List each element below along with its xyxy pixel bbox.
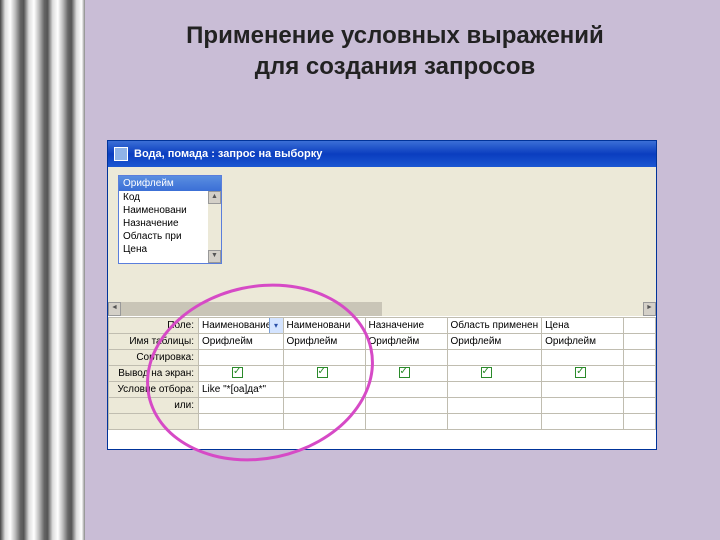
- field-item[interactable]: Код: [119, 191, 221, 204]
- row-label-or: или:: [109, 398, 199, 414]
- grid-cell-or[interactable]: [283, 398, 365, 414]
- checkbox-checked-icon[interactable]: [575, 367, 586, 378]
- grid-cell-criteria[interactable]: [447, 382, 542, 398]
- field-item[interactable]: Область при: [119, 230, 221, 243]
- grid-cell-empty[interactable]: [624, 398, 656, 414]
- grid-cell-sort[interactable]: [542, 350, 624, 366]
- window-body: Орифлейм Код Наименовани Назначение Обла…: [108, 167, 656, 449]
- row-label-criteria: Условие отбора:: [109, 382, 199, 398]
- scroll-down-icon[interactable]: ▼: [208, 250, 221, 263]
- grid-cell-criteria[interactable]: Like "*[оа]да*": [199, 382, 284, 398]
- grid-cell-field[interactable]: Цена: [542, 318, 624, 334]
- grid-cell-show[interactable]: [542, 366, 624, 382]
- grid-cell-or[interactable]: [199, 398, 284, 414]
- grid-cell-sort[interactable]: [199, 350, 284, 366]
- tables-pane[interactable]: Орифлейм Код Наименовани Назначение Обла…: [108, 167, 656, 317]
- field-item[interactable]: Цена: [119, 243, 221, 256]
- grid-cell-field[interactable]: Область применен: [447, 318, 542, 334]
- grid-cell-sort[interactable]: [447, 350, 542, 366]
- grid-cell-empty[interactable]: [624, 350, 656, 366]
- grid-cell-table[interactable]: Орифлейм: [283, 334, 365, 350]
- grid-cell-field[interactable]: Наименование п ▾: [199, 318, 284, 334]
- grid-cell-empty[interactable]: [624, 366, 656, 382]
- app-icon: [114, 147, 128, 161]
- grid-cell-table[interactable]: Орифлейм: [199, 334, 284, 350]
- row-label-sort: Сортировка:: [109, 350, 199, 366]
- grid-cell-show[interactable]: [199, 366, 284, 382]
- field-item[interactable]: Назначение: [119, 217, 221, 230]
- grid-cell-table[interactable]: Орифлейм: [365, 334, 447, 350]
- grid-cell-criteria[interactable]: [542, 382, 624, 398]
- scroll-track[interactable]: [382, 302, 643, 316]
- grid-cell-sort[interactable]: [283, 350, 365, 366]
- grid-cell-empty[interactable]: [624, 382, 656, 398]
- grid-cell-or[interactable]: [365, 398, 447, 414]
- checkbox-checked-icon[interactable]: [232, 367, 243, 378]
- checkbox-checked-icon[interactable]: [317, 367, 328, 378]
- scroll-thumb[interactable]: [121, 302, 382, 316]
- grid-cell-blank[interactable]: [447, 414, 542, 430]
- design-grid[interactable]: Поле: Наименование п ▾ Наименовани Назна…: [108, 317, 656, 449]
- source-table-fields[interactable]: Код Наименовани Назначение Область при Ц…: [119, 191, 221, 263]
- field-list-scrollbar[interactable]: ▲ ▼: [208, 191, 221, 263]
- grid-cell-table[interactable]: Орифлейм: [542, 334, 624, 350]
- row-label-field: Поле:: [109, 318, 199, 334]
- grid-cell-blank[interactable]: [199, 414, 284, 430]
- slide-title: Применение условных выражений для создан…: [100, 20, 690, 82]
- grid-cell-show[interactable]: [447, 366, 542, 382]
- grid-cell-or[interactable]: [447, 398, 542, 414]
- title-line-1: Применение условных выражений: [186, 22, 604, 49]
- decorative-pillar: [0, 0, 85, 540]
- title-line-2: для создания запросов: [255, 53, 536, 80]
- checkbox-checked-icon[interactable]: [481, 367, 492, 378]
- grid-cell-sort[interactable]: [365, 350, 447, 366]
- field-item[interactable]: Наименовани: [119, 204, 221, 217]
- dropdown-icon[interactable]: ▾: [269, 318, 283, 333]
- scroll-track[interactable]: [208, 204, 221, 250]
- grid-cell-or[interactable]: [542, 398, 624, 414]
- grid-cell-field[interactable]: Наименовани: [283, 318, 365, 334]
- source-table-header[interactable]: Орифлейм: [119, 176, 221, 191]
- grid-cell-blank[interactable]: [365, 414, 447, 430]
- upper-h-scrollbar[interactable]: ◄ ►: [108, 302, 656, 316]
- window-title: Вода, помада : запрос на выборку: [134, 148, 322, 160]
- source-table-box[interactable]: Орифлейм Код Наименовани Назначение Обла…: [118, 175, 222, 264]
- scroll-up-icon[interactable]: ▲: [208, 191, 221, 204]
- scroll-left-icon[interactable]: ◄: [108, 302, 121, 316]
- grid-cell-show[interactable]: [365, 366, 447, 382]
- checkbox-checked-icon[interactable]: [399, 367, 410, 378]
- grid-cell-criteria[interactable]: [283, 382, 365, 398]
- row-label-table: Имя таблицы:: [109, 334, 199, 350]
- grid-cell-empty[interactable]: [624, 414, 656, 430]
- row-label-show: Вывод на экран:: [109, 366, 199, 382]
- query-designer-window: Вода, помада : запрос на выборку Орифлей…: [107, 140, 657, 450]
- grid-cell-table[interactable]: Орифлейм: [447, 334, 542, 350]
- grid-cell-criteria[interactable]: [365, 382, 447, 398]
- row-label-blank: [109, 414, 199, 430]
- titlebar[interactable]: Вода, помада : запрос на выборку: [108, 141, 656, 167]
- grid-cell-blank[interactable]: [283, 414, 365, 430]
- grid-cell-empty[interactable]: [624, 334, 656, 350]
- grid-cell-blank[interactable]: [542, 414, 624, 430]
- grid-cell-field[interactable]: Назначение: [365, 318, 447, 334]
- grid-cell-show[interactable]: [283, 366, 365, 382]
- grid-cell-empty[interactable]: [624, 318, 656, 334]
- scroll-right-icon[interactable]: ►: [643, 302, 656, 316]
